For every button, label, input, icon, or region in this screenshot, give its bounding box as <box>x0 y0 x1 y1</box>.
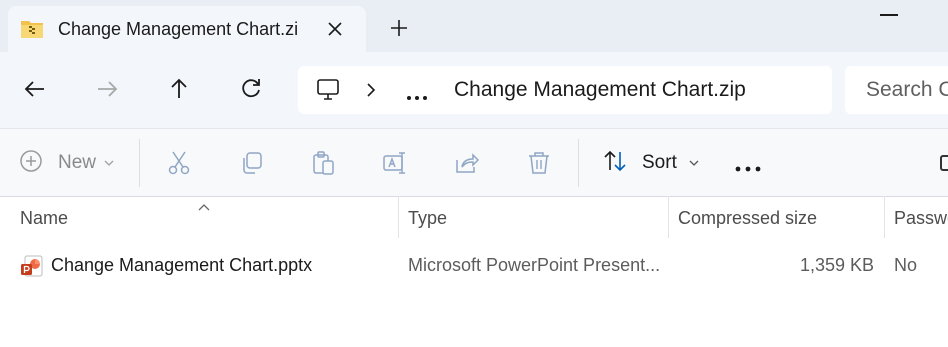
breadcrumb-current[interactable]: Change Management Chart.zip <box>454 78 746 102</box>
chevron-right-icon[interactable] <box>364 81 378 99</box>
column-name[interactable]: Name <box>20 208 68 229</box>
close-tab-icon[interactable] <box>324 18 346 40</box>
list-item[interactable]: Change Management Chart.pptx Microsoft P… <box>0 246 948 284</box>
file-name[interactable]: Change Management Chart.pptx <box>51 255 312 276</box>
new-label: New <box>58 152 97 173</box>
tab-strip: Change Management Chart.zi <box>0 0 948 52</box>
copy-icon[interactable] <box>238 150 264 176</box>
share-icon[interactable] <box>454 150 480 176</box>
toolbar-divider <box>139 139 140 187</box>
tab-title: Change Management Chart.zi <box>58 19 299 39</box>
sort-label: Sort <box>642 152 677 173</box>
sort-icon <box>602 148 628 179</box>
column-divider[interactable] <box>884 196 885 238</box>
more-options-icon[interactable] <box>735 159 761 172</box>
paste-icon[interactable] <box>310 150 336 176</box>
powerpoint-file-icon <box>20 254 44 278</box>
search-placeholder: Search C <box>866 78 948 101</box>
refresh-icon[interactable] <box>238 76 264 102</box>
column-divider[interactable] <box>668 196 669 238</box>
delete-icon[interactable] <box>526 150 552 176</box>
tab-active[interactable]: Change Management Chart.zi <box>8 6 366 52</box>
file-type: Microsoft PowerPoint Present... <box>408 255 660 275</box>
chevron-down-icon <box>689 154 699 172</box>
rename-icon[interactable] <box>382 150 408 176</box>
sort-ascending-icon <box>197 198 211 211</box>
search-input[interactable]: Search C <box>845 66 948 114</box>
column-divider[interactable] <box>398 196 399 238</box>
zip-folder-icon <box>20 18 44 40</box>
command-bar: New Sort <box>0 128 948 197</box>
computer-icon[interactable] <box>316 78 342 102</box>
column-header-row: Name Type Compressed size Passwo <box>0 196 948 240</box>
more-breadcrumbs-icon[interactable] <box>406 88 428 100</box>
back-arrow-icon[interactable] <box>22 76 48 102</box>
file-password: No <box>894 255 918 275</box>
new-tab-icon[interactable] <box>388 17 410 39</box>
details-pane-icon[interactable] <box>940 155 948 171</box>
column-password[interactable]: Passwo <box>894 208 948 229</box>
sort-button[interactable]: Sort <box>602 149 699 177</box>
file-compressed-size: 1,359 KB <box>799 255 874 275</box>
address-bar[interactable]: Change Management Chart.zip <box>298 66 832 114</box>
column-compressed-size[interactable]: Compressed size <box>678 208 817 229</box>
chevron-down-icon <box>104 154 114 172</box>
minimize-button[interactable] <box>880 14 898 16</box>
plus-circle-icon <box>18 148 44 179</box>
up-arrow-icon[interactable] <box>166 76 192 102</box>
column-type[interactable]: Type <box>408 208 447 229</box>
new-button[interactable]: New <box>18 149 114 177</box>
forward-arrow-icon[interactable] <box>94 76 120 102</box>
toolbar-divider <box>578 139 579 187</box>
navigation-bar: Change Management Chart.zip Search C <box>0 52 948 128</box>
cut-icon[interactable] <box>166 150 192 176</box>
